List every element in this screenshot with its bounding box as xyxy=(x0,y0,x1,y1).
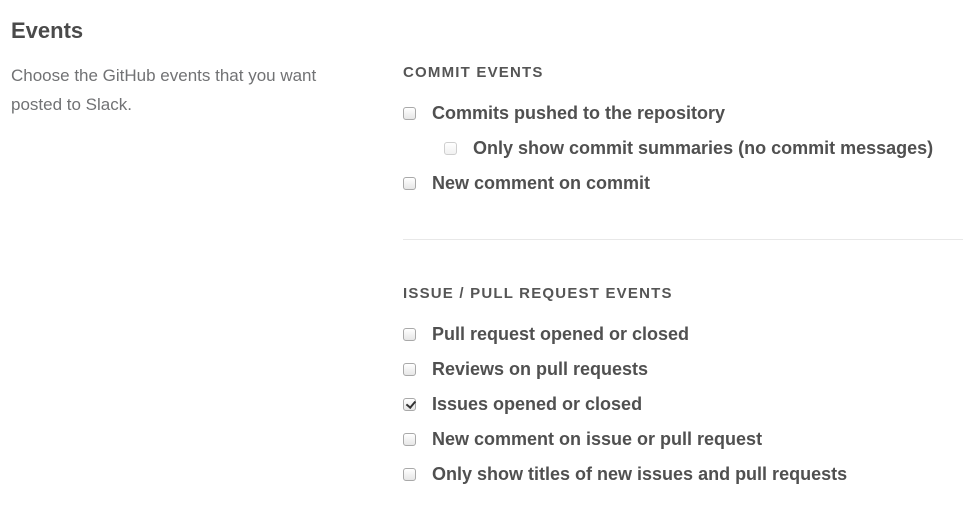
option-titles-only[interactable]: Only show titles of new issues and pull … xyxy=(403,462,847,486)
option-label: Issues opened or closed xyxy=(432,393,643,414)
option-label: Commits pushed to the repository xyxy=(432,102,726,123)
option-issue-pr-comment[interactable]: New comment on issue or pull request xyxy=(403,427,762,451)
checkbox-titles-only[interactable] xyxy=(403,467,416,481)
page-title: Events xyxy=(11,18,84,43)
option-label: New comment on commit xyxy=(432,172,651,193)
option-label: Only show commit summaries (no commit me… xyxy=(473,137,934,158)
section-description: Choose the GitHub events that you want p… xyxy=(11,66,317,114)
checkbox-pr-reviews[interactable] xyxy=(403,362,416,376)
section-divider xyxy=(403,239,963,240)
option-label: Pull request opened or closed xyxy=(432,323,690,344)
option-label: Only show titles of new issues and pull … xyxy=(432,463,848,484)
checkbox-commit-summaries-only[interactable] xyxy=(444,141,457,155)
checkbox-commit-comment[interactable] xyxy=(403,176,416,190)
option-issues-opened-closed[interactable]: Issues opened or closed xyxy=(403,392,642,416)
commit-events-heading: COMMIT EVENTS xyxy=(403,64,544,81)
checkbox-issue-pr-comment[interactable] xyxy=(403,432,416,446)
option-label: Reviews on pull requests xyxy=(432,358,649,379)
checkbox-pr-opened-closed[interactable] xyxy=(403,327,416,341)
option-commit-comment[interactable]: New comment on commit xyxy=(403,171,650,195)
option-pr-reviews[interactable]: Reviews on pull requests xyxy=(403,357,648,381)
checkbox-commits-pushed[interactable] xyxy=(403,106,416,120)
option-commit-summaries-only[interactable]: Only show commit summaries (no commit me… xyxy=(444,136,933,160)
checkbox-issues-opened-closed[interactable] xyxy=(403,397,416,411)
option-pr-opened-closed[interactable]: Pull request opened or closed xyxy=(403,322,689,346)
option-commits-pushed[interactable]: Commits pushed to the repository xyxy=(403,101,725,125)
issue-pr-events-heading: ISSUE / PULL REQUEST EVENTS xyxy=(403,285,673,302)
option-label: New comment on issue or pull request xyxy=(432,428,763,449)
